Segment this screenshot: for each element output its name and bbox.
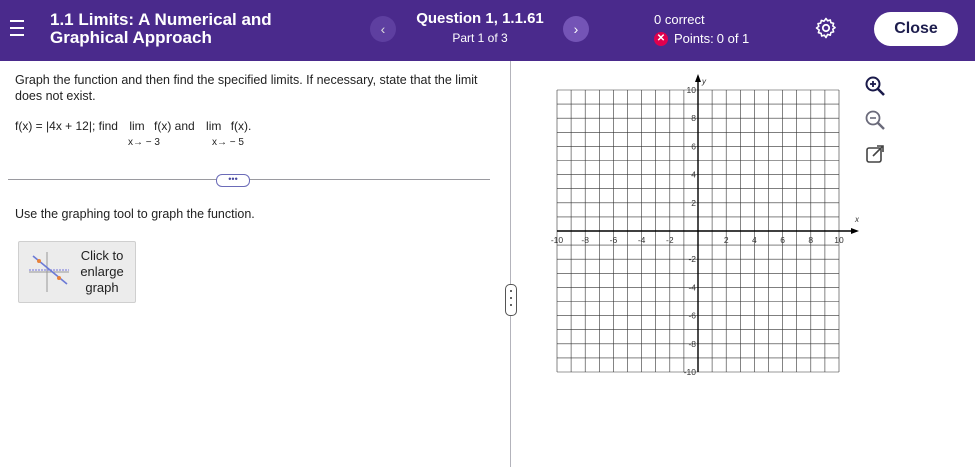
instruction-text: Graph the function and then find the spe…: [15, 73, 478, 103]
x-tick-label: -2: [666, 235, 674, 245]
limit2-subscript: x→ − 5: [212, 137, 244, 148]
popout-icon[interactable]: [864, 143, 886, 165]
enlarge-graph-label: Click to enlarge graph: [80, 248, 124, 295]
x-tick-label: 6: [780, 235, 785, 245]
x-tick-label: -8: [581, 235, 589, 245]
score-panel: 0 correct ✕ Points: 0 of 1: [654, 12, 749, 46]
limit1-word: lim: [129, 119, 145, 133]
y-tick-label: 6: [691, 141, 696, 151]
x-axis-arrow: [851, 228, 859, 234]
x-tick-label: 2: [724, 235, 729, 245]
function-prefix: f(x) =: [15, 119, 47, 133]
y-tick-label: -6: [688, 311, 696, 321]
limit1-subscript: x→ − 3: [128, 137, 160, 148]
y-tick-label: -10: [684, 367, 697, 377]
previous-question-button[interactable]: ‹: [370, 16, 396, 42]
zoom-out-icon[interactable]: [864, 109, 886, 131]
y-tick-label: -2: [688, 254, 696, 264]
function-abs-body: 4x + 12: [49, 119, 89, 133]
splitter-handle[interactable]: [505, 284, 517, 316]
x-tick-label: -6: [610, 235, 618, 245]
graph-thumbnail-icon: [29, 252, 69, 292]
x-tick-label: -10: [551, 235, 564, 245]
y-tick-label: 10: [687, 85, 697, 95]
title-line-1: 1.1 Limits: A Numerical and: [50, 10, 272, 29]
close-button[interactable]: Close: [874, 12, 958, 46]
limit2-word: lim: [206, 119, 222, 133]
points-value: 0 of 1: [716, 31, 750, 46]
pane-splitter[interactable]: [510, 61, 511, 467]
limit2-expression: f(x).: [230, 119, 252, 133]
x-tick-label: 10: [834, 235, 844, 245]
x-tick-label: -4: [638, 235, 646, 245]
function-statement: f(x) = |4x + 12|; find lim f(x) and lim …: [15, 119, 252, 133]
points-label: Points:: [674, 31, 714, 46]
y-tick-label: 2: [691, 198, 696, 208]
menu-icon[interactable]: [10, 20, 24, 38]
zoom-in-icon[interactable]: [864, 75, 886, 97]
x-tick-label: 8: [808, 235, 813, 245]
correct-count: 0 correct: [654, 12, 705, 27]
y-axis-label: y: [701, 77, 707, 86]
graphing-canvas[interactable]: x y -10 -8 -6 -4 -2 2 4 6 8 10 10 8 6 4 2 -2 -4 -6 -8 -10: [549, 74, 859, 384]
limit1-expression: f(x) and: [154, 119, 195, 133]
header-bar: 1.1 Limits: A Numerical and Graphical Ap…: [0, 0, 975, 61]
settings-gear-icon[interactable]: [814, 16, 838, 40]
enlarge-graph-button[interactable]: Click to enlarge graph: [18, 241, 136, 303]
y-tick-label: 4: [691, 170, 696, 180]
incorrect-icon: ✕: [654, 31, 668, 46]
next-question-button[interactable]: ›: [563, 16, 589, 42]
page-title: 1.1 Limits: A Numerical and Graphical Ap…: [50, 11, 340, 47]
part-label: Part 1 of 3: [452, 31, 508, 45]
y-tick-label: -4: [688, 282, 696, 292]
graph-instruction: Use the graphing tool to graph the funct…: [15, 207, 255, 221]
question-label: Question 1, 1.1.61: [416, 10, 544, 27]
x-axis-label: x: [854, 215, 859, 224]
title-line-2: Graphical Approach: [50, 28, 212, 47]
question-info: Question 1, 1.1.61 Part 1 of 3: [405, 10, 555, 45]
y-axis-arrow: [695, 74, 701, 82]
question-pane: Graph the function and then find the spe…: [0, 61, 510, 467]
x-tick-label: 4: [752, 235, 757, 245]
y-tick-label: 8: [691, 113, 696, 123]
y-tick-label: -8: [688, 339, 696, 349]
function-suffix: ; find: [91, 119, 118, 133]
expand-ellipsis-button[interactable]: •••: [216, 174, 250, 187]
